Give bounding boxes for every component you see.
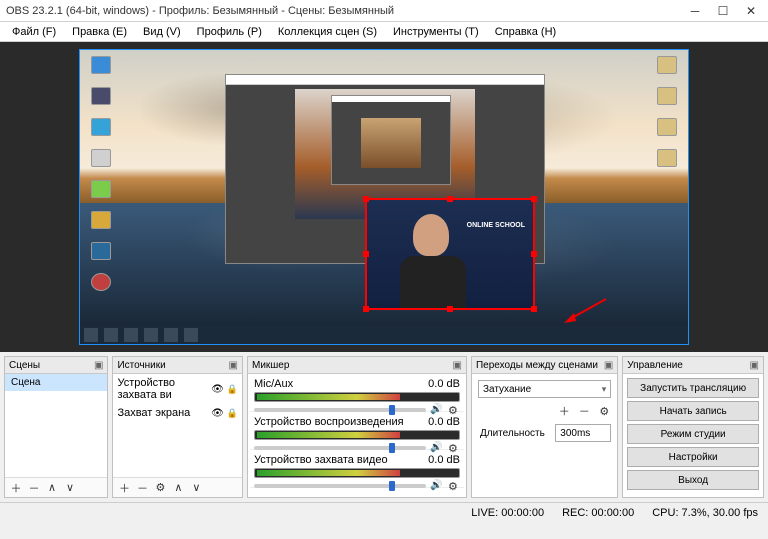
audio-meter [254, 468, 460, 478]
audio-meter [254, 430, 460, 440]
duration-label: Длительность [480, 428, 545, 439]
annotation-arrow [560, 295, 610, 325]
status-live: LIVE: 00:00:00 [471, 507, 544, 519]
menu-edit[interactable]: Правка (E) [64, 24, 135, 40]
down-icon[interactable]: ∨ [189, 481, 203, 495]
dock-popout-icon[interactable]: ▣ [750, 360, 759, 371]
transitions-title: Переходы между сценами [476, 360, 604, 371]
mixer-list: Mic/Aux0.0 dB 🔊⚙ Устройство воспроизведе… [248, 374, 466, 497]
start-recording-button[interactable]: Начать запись [627, 401, 759, 421]
exit-button[interactable]: Выход [627, 470, 759, 490]
status-rec: REC: 00:00:00 [562, 507, 634, 519]
resize-handle[interactable] [447, 306, 453, 312]
webcam-bg-text: ONLINE SCHOOL [467, 220, 525, 231]
mixer-channel: Устройство захвата видео0.0 dB 🔊⚙ [250, 452, 464, 488]
start-streaming-button[interactable]: Запустить трансляцию [627, 378, 759, 398]
volume-slider[interactable] [254, 484, 426, 488]
scenes-list[interactable]: Сцена [5, 374, 107, 477]
visibility-icon[interactable]: 👁 [211, 384, 224, 395]
resize-handle[interactable] [363, 251, 369, 257]
add-icon[interactable]: ＋ [557, 404, 571, 418]
studio-mode-button[interactable]: Режим студии [627, 424, 759, 444]
visibility-icon[interactable]: 👁 [211, 408, 224, 419]
gear-icon[interactable]: ⚙ [597, 404, 611, 418]
lock-icon[interactable]: 🔒 [227, 384, 238, 395]
up-icon[interactable]: ∧ [171, 481, 185, 495]
desktop-icons-left [86, 56, 116, 301]
lock-icon[interactable]: 🔒 [227, 408, 238, 419]
menu-file[interactable]: Файл (F) [4, 24, 64, 40]
volume-slider[interactable] [254, 408, 426, 412]
desktop-taskbar [80, 326, 688, 344]
controls-title: Управление [627, 360, 749, 371]
up-icon[interactable]: ∧ [45, 481, 59, 495]
mixer-channel: Устройство воспроизведения0.0 dB 🔊⚙ [250, 414, 464, 450]
preview-canvas[interactable]: ONLINE SCHOOL [79, 49, 689, 345]
scene-item[interactable]: Сцена [5, 374, 107, 391]
desktop-icons-right [652, 56, 682, 177]
menu-tools[interactable]: Инструменты (T) [385, 24, 487, 40]
dock-popout-icon[interactable]: ▣ [453, 360, 462, 371]
maximize-icon[interactable]: ☐ [716, 4, 730, 18]
mixer-title: Микшер [252, 360, 453, 371]
transitions-dock: Переходы между сценами▣ Затухание ＋ － ⚙ … [471, 356, 618, 498]
scenes-dock: Сцены▣ Сцена ＋ － ∧ ∨ [4, 356, 108, 498]
scenes-title: Сцены [9, 360, 94, 371]
mixer-dock: Микшер▣ Mic/Aux0.0 dB 🔊⚙ Устройство восп… [247, 356, 467, 498]
resize-handle[interactable] [363, 306, 369, 312]
volume-slider[interactable] [254, 446, 426, 450]
audio-meter [254, 392, 460, 402]
resize-handle[interactable] [531, 251, 537, 257]
menubar: Файл (F) Правка (E) Вид (V) Профиль (P) … [0, 22, 768, 42]
resize-handle[interactable] [363, 196, 369, 202]
source-item[interactable]: Устройство захвата ви👁🔒 [113, 374, 242, 404]
status-cpu: CPU: 7.3%, 30.00 fps [652, 507, 758, 519]
dock-popout-icon[interactable]: ▣ [604, 360, 613, 371]
mixer-channel: Mic/Aux0.0 dB 🔊⚙ [250, 376, 464, 412]
transition-select[interactable]: Затухание [478, 380, 611, 398]
remove-icon[interactable]: － [135, 481, 149, 495]
minimize-icon[interactable]: ─ [688, 4, 702, 18]
gear-icon[interactable]: ⚙ [448, 480, 460, 492]
source-item[interactable]: Захват экрана👁🔒 [113, 404, 242, 422]
remove-icon[interactable]: － [577, 404, 591, 418]
down-icon[interactable]: ∨ [63, 481, 77, 495]
speaker-icon[interactable]: 🔊 [430, 480, 444, 492]
close-icon[interactable]: ✕ [744, 4, 758, 18]
statusbar: LIVE: 00:00:00 REC: 00:00:00 CPU: 7.3%, … [0, 502, 768, 522]
controls-dock: Управление▣ Запустить трансляцию Начать … [622, 356, 764, 498]
resize-handle[interactable] [531, 306, 537, 312]
webcam-source-selected[interactable]: ONLINE SCHOOL [365, 198, 535, 310]
menu-profile[interactable]: Профиль (P) [189, 24, 270, 40]
menu-help[interactable]: Справка (H) [487, 24, 564, 40]
menu-view[interactable]: Вид (V) [135, 24, 189, 40]
docks-row: Сцены▣ Сцена ＋ － ∧ ∨ Источники▣ Устройст… [0, 352, 768, 502]
settings-button[interactable]: Настройки [627, 447, 759, 467]
resize-handle[interactable] [447, 196, 453, 202]
preview-area: ONLINE SCHOOL [0, 42, 768, 352]
duration-input[interactable]: 300ms [555, 424, 611, 442]
sources-dock: Источники▣ Устройство захвата ви👁🔒 Захва… [112, 356, 243, 498]
remove-icon[interactable]: － [27, 481, 41, 495]
sources-list[interactable]: Устройство захвата ви👁🔒 Захват экрана👁🔒 [113, 374, 242, 477]
window-buttons: ─ ☐ ✕ [688, 4, 758, 18]
resize-handle[interactable] [531, 196, 537, 202]
gear-icon[interactable]: ⚙ [153, 481, 167, 495]
add-icon[interactable]: ＋ [117, 481, 131, 495]
dock-popout-icon[interactable]: ▣ [229, 360, 238, 371]
sources-title: Источники [117, 360, 228, 371]
window-title: OBS 23.2.1 (64-bit, windows) - Профиль: … [6, 5, 688, 17]
titlebar: OBS 23.2.1 (64-bit, windows) - Профиль: … [0, 0, 768, 22]
add-icon[interactable]: ＋ [9, 481, 23, 495]
dock-popout-icon[interactable]: ▣ [94, 360, 103, 371]
menu-scenes[interactable]: Коллекция сцен (S) [270, 24, 385, 40]
